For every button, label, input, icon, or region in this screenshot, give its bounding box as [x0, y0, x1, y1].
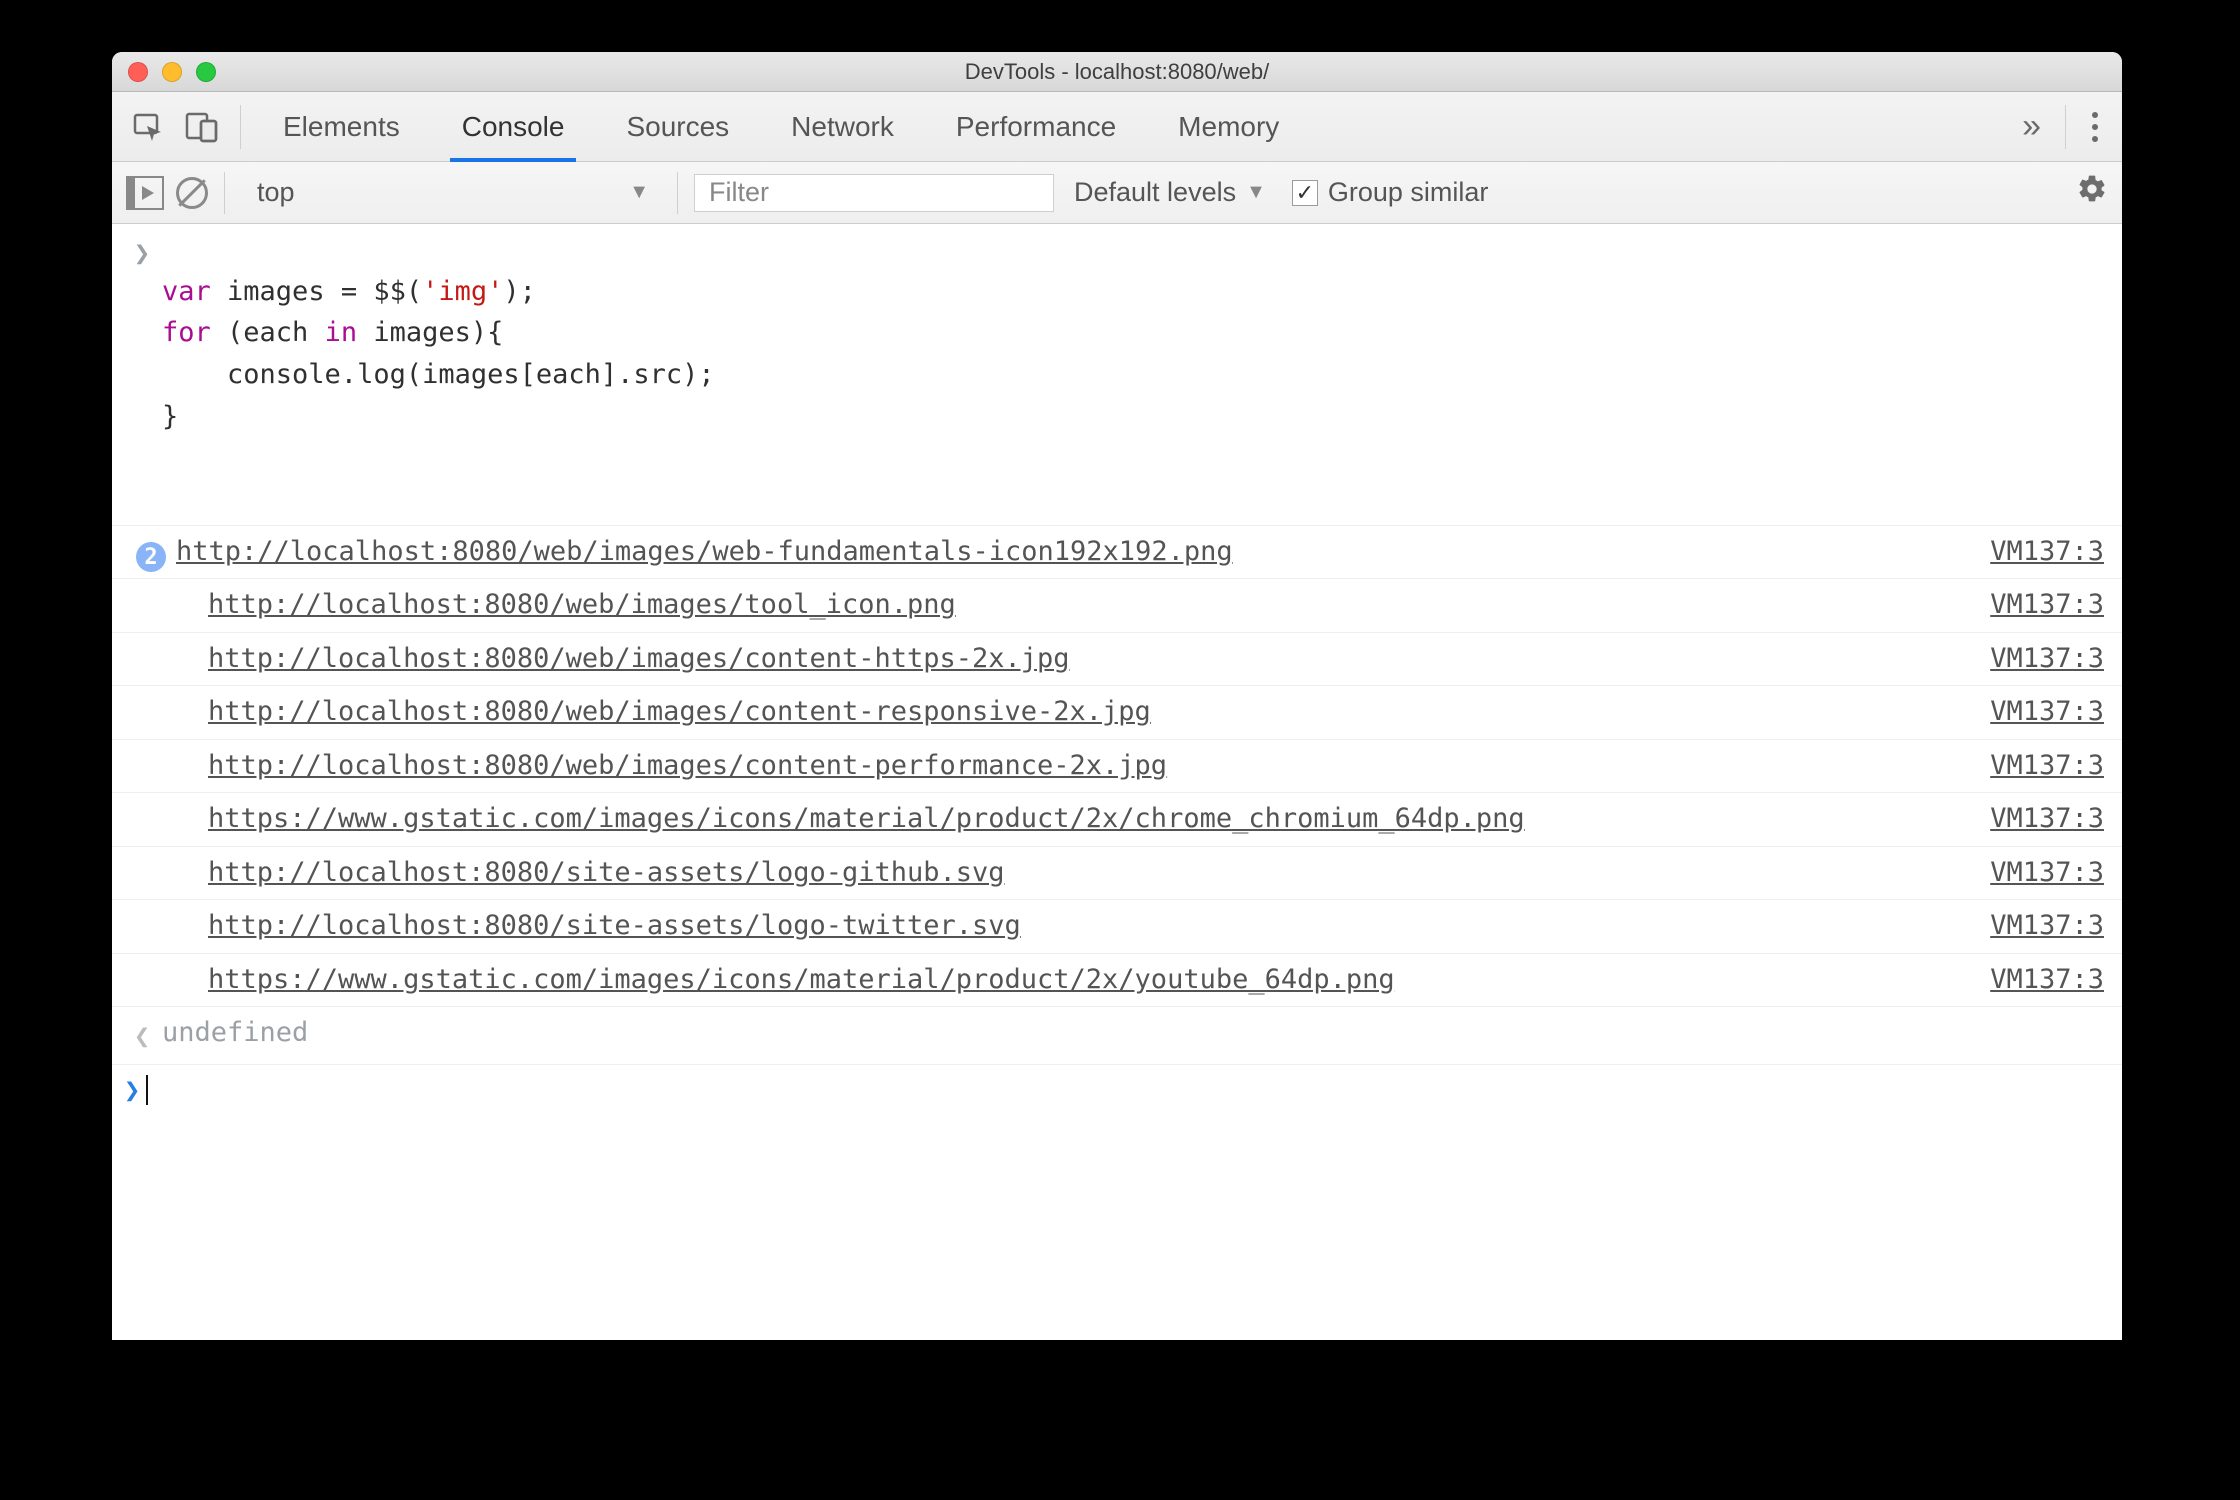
- window-title: DevTools - localhost:8080/web/: [112, 59, 2122, 85]
- tab-network[interactable]: Network: [765, 92, 920, 161]
- console-log-message: http://localhost:8080/web/images/content…: [162, 639, 1970, 680]
- return-value: undefined: [162, 1013, 2104, 1054]
- separator: [224, 172, 225, 214]
- log-url-link[interactable]: http://localhost:8080/web/images/content…: [208, 643, 1070, 674]
- console-output: ❯ var images = $$('img'); for (each in i…: [112, 224, 2122, 1340]
- execution-context-label: top: [257, 177, 295, 208]
- console-log-message: http://localhost:8080/web/images/content…: [162, 692, 1970, 733]
- group-similar-checkbox[interactable]: ✓ Group similar: [1286, 177, 1495, 208]
- console-log-row: http://localhost:8080/site-assets/logo-t…: [112, 900, 2122, 954]
- console-prompt[interactable]: ❯: [112, 1065, 2122, 1120]
- clear-console-icon[interactable]: [176, 177, 208, 209]
- console-log-row: http://localhost:8080/site-assets/logo-g…: [112, 847, 2122, 901]
- console-log-row: https://www.gstatic.com/images/icons/mat…: [112, 793, 2122, 847]
- execution-context-select[interactable]: top ▼: [241, 173, 661, 213]
- window-minimize-button[interactable]: [162, 62, 182, 82]
- log-source-link[interactable]: VM137:3: [1990, 746, 2104, 787]
- log-url-link[interactable]: http://localhost:8080/site-assets/logo-g…: [208, 857, 1005, 888]
- log-url-link[interactable]: https://www.gstatic.com/images/icons/mat…: [208, 964, 1395, 995]
- filter-placeholder: Filter: [709, 177, 769, 208]
- devtools-window: DevTools - localhost:8080/web/ Elements …: [112, 52, 2122, 1340]
- log-url-link[interactable]: http://localhost:8080/site-assets/logo-t…: [208, 910, 1021, 941]
- log-levels-select[interactable]: Default levels ▼: [1066, 177, 1274, 208]
- group-similar-label: Group similar: [1328, 177, 1489, 208]
- console-log-row: http://localhost:8080/web/images/content…: [112, 740, 2122, 794]
- log-levels-label: Default levels: [1074, 177, 1236, 208]
- log-url-link[interactable]: http://localhost:8080/web/images/tool_ic…: [208, 589, 956, 620]
- log-source-link[interactable]: VM137:3: [1990, 960, 2104, 1001]
- kebab-menu-icon[interactable]: [2082, 112, 2108, 142]
- console-log-row: http://localhost:8080/web/images/content…: [112, 633, 2122, 687]
- log-source-link[interactable]: VM137:3: [1990, 853, 2104, 894]
- console-log-message: http://localhost:8080/site-assets/logo-t…: [162, 906, 1970, 947]
- console-log-message: https://www.gstatic.com/images/icons/mat…: [162, 799, 1970, 840]
- device-toggle-icon[interactable]: [180, 105, 224, 149]
- separator: [677, 172, 678, 214]
- console-log-row: https://www.gstatic.com/images/icons/mat…: [112, 954, 2122, 1008]
- console-log-message: http://localhost:8080/web/images/tool_ic…: [162, 585, 1970, 626]
- log-url-link[interactable]: http://localhost:8080/web/images/content…: [208, 696, 1151, 727]
- console-sidebar-toggle-icon[interactable]: [126, 176, 164, 210]
- console-log-message: http://localhost:8080/site-assets/logo-g…: [162, 853, 1970, 894]
- input-chevron-icon: ❯: [134, 234, 150, 275]
- console-log-row: 2 http://localhost:8080/web/images/web-fu…: [112, 526, 2122, 580]
- checkbox-checked-icon: ✓: [1292, 180, 1318, 206]
- log-source-link[interactable]: VM137:3: [1990, 799, 2104, 840]
- console-input-code: var images = $$('img'); for (each in ima…: [162, 230, 2104, 519]
- inspect-element-icon[interactable]: [126, 105, 170, 149]
- tab-sources[interactable]: Sources: [600, 92, 755, 161]
- console-log-message: https://www.gstatic.com/images/icons/mat…: [162, 960, 1970, 1001]
- settings-gear-icon[interactable]: [2076, 173, 2108, 212]
- log-url-link[interactable]: https://www.gstatic.com/images/icons/mat…: [208, 803, 1525, 834]
- tab-elements[interactable]: Elements: [257, 92, 426, 161]
- log-url-link[interactable]: http://localhost:8080/web/images/web-fun…: [176, 536, 1233, 567]
- separator: [240, 105, 241, 149]
- console-log-row: http://localhost:8080/web/images/tool_ic…: [112, 579, 2122, 633]
- window-close-button[interactable]: [128, 62, 148, 82]
- titlebar: DevTools - localhost:8080/web/: [112, 52, 2122, 92]
- log-url-link[interactable]: http://localhost:8080/web/images/content…: [208, 750, 1167, 781]
- tab-performance[interactable]: Performance: [930, 92, 1142, 161]
- repeat-count-badge: 2: [136, 542, 166, 572]
- tab-console[interactable]: Console: [436, 92, 591, 161]
- log-source-link[interactable]: VM137:3: [1990, 906, 2104, 947]
- return-chevron-icon: ❮: [134, 1017, 150, 1058]
- panel-tabs: Elements Console Sources Network Perform…: [112, 92, 2122, 162]
- log-source-link[interactable]: VM137:3: [1990, 692, 2104, 733]
- separator: [2065, 105, 2066, 149]
- dropdown-triangle-icon: ▼: [1246, 181, 1266, 204]
- log-source-link[interactable]: VM137:3: [1990, 532, 2104, 573]
- console-input-row: ❯ var images = $$('img'); for (each in i…: [112, 224, 2122, 526]
- console-log-message: http://localhost:8080/web/images/content…: [162, 746, 1970, 787]
- window-maximize-button[interactable]: [196, 62, 216, 82]
- tab-memory[interactable]: Memory: [1152, 92, 1305, 161]
- dropdown-triangle-icon: ▼: [629, 181, 649, 204]
- console-return-row: ❮ undefined: [112, 1007, 2122, 1065]
- filter-input[interactable]: Filter: [694, 174, 1054, 212]
- log-source-link[interactable]: VM137:3: [1990, 639, 2104, 680]
- console-toolbar: top ▼ Filter Default levels ▼ ✓ Group si…: [112, 162, 2122, 224]
- prompt-chevron-icon: ❯: [124, 1075, 140, 1106]
- log-source-link[interactable]: VM137:3: [1990, 585, 2104, 626]
- text-caret: [146, 1075, 148, 1105]
- console-log-message: 2 http://localhost:8080/web/images/web-fu…: [136, 532, 1970, 573]
- console-log-row: http://localhost:8080/web/images/content…: [112, 686, 2122, 740]
- tabs-overflow-button[interactable]: »: [2014, 107, 2049, 146]
